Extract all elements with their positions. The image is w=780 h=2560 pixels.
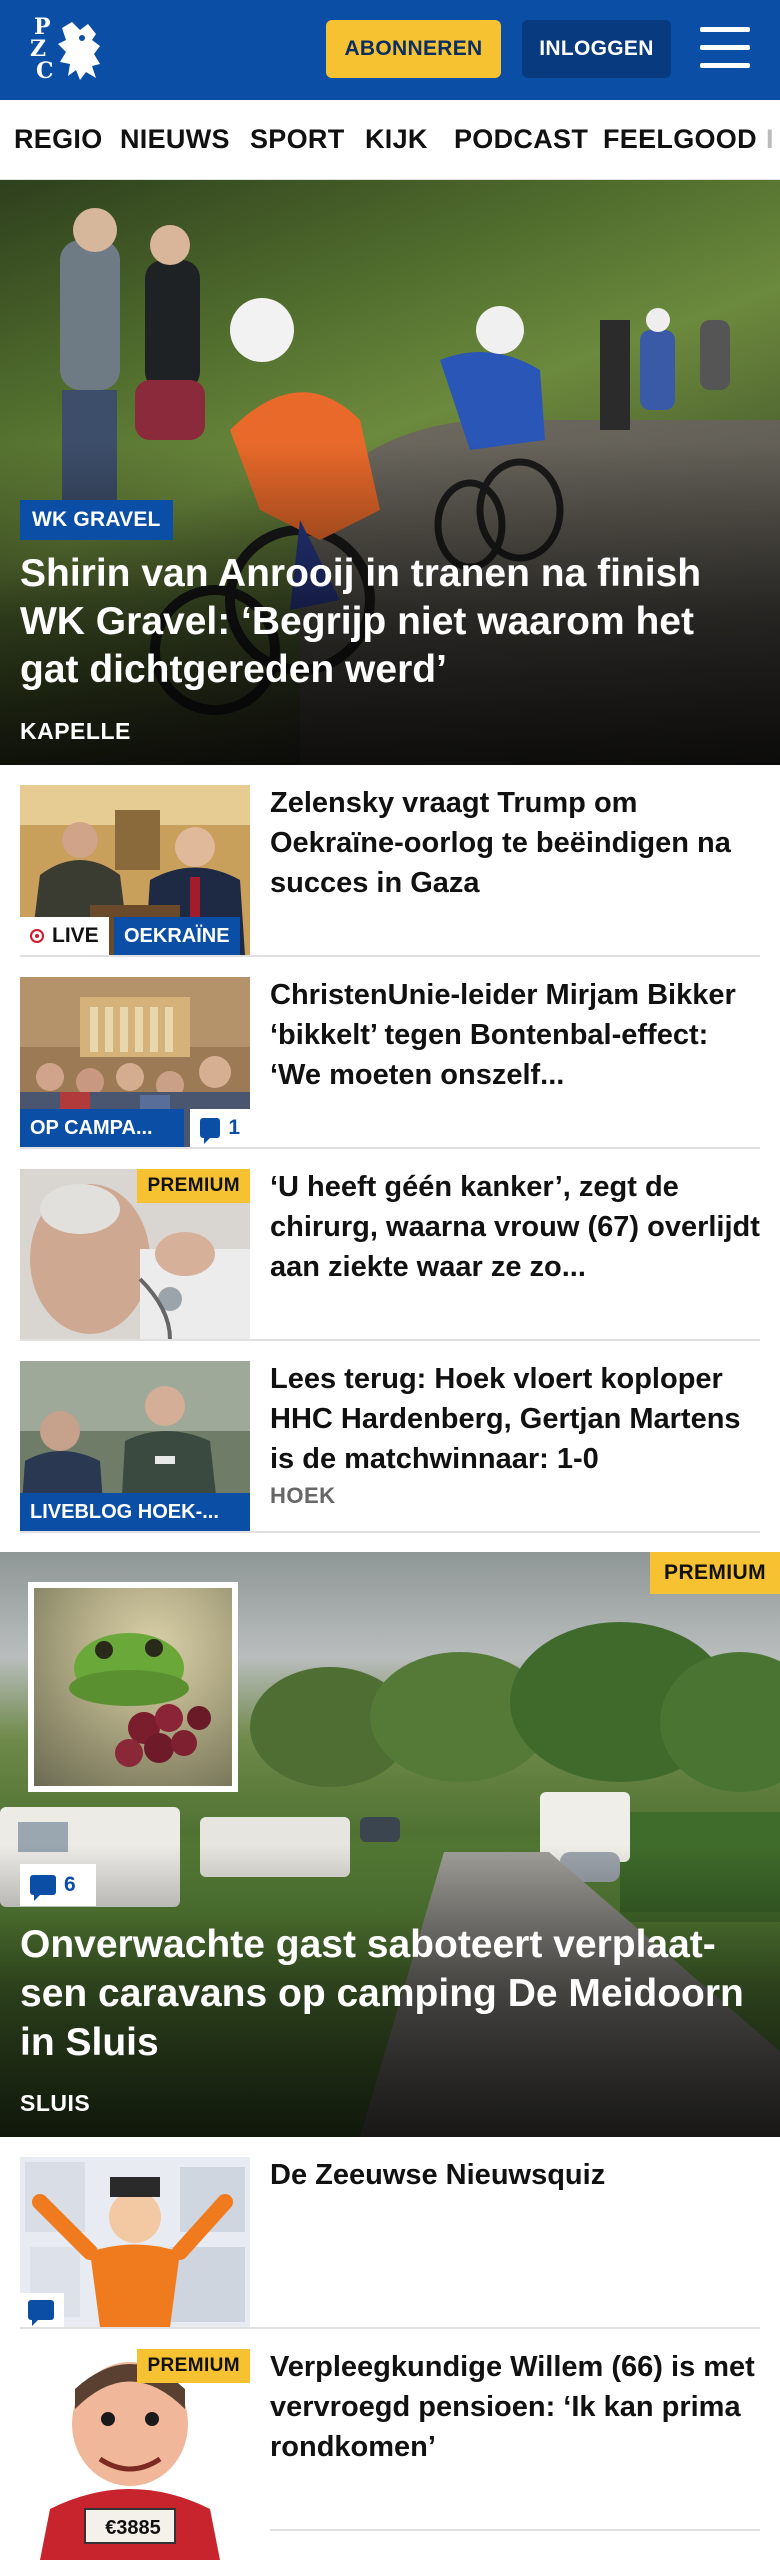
list-item[interactable]: €3885 PREMIUM Verpleegkundige Willem (66… [20,2329,760,2560]
article-headline[interactable]: Verpleegkundige Willem (66) is met vervr… [270,2347,760,2467]
hero-category-tag[interactable]: WK GRAVEL [20,500,173,540]
list-item[interactable]: LIVEBLOG HOEK-... Lees terug: Hoek vloer… [20,1341,760,1533]
comment-count-value: 1 [228,1116,240,1139]
menu-bar [700,45,750,50]
menu-bar [700,27,750,32]
comment-count[interactable]: 6 [20,1864,96,1906]
category-tag[interactable]: OEKRAÏNE [114,917,240,955]
divider [270,2529,760,2531]
article-headline[interactable]: Lees terug: Hoek vloert koploper HHC Har… [270,1359,760,1479]
menu-bar [700,63,750,68]
live-dot-icon [30,929,44,943]
article-location: HOEK [270,1483,336,1508]
list-item[interactable]: LIVE OEKRAÏNE Zelensky vraagt Trump om O… [20,765,760,957]
feature-location: SLUIS [20,2090,91,2116]
article-headline[interactable]: ChristenUnie-leider Mirjam Bikker ‘bikke… [270,975,760,1095]
comment-icon [28,2300,54,2326]
premium-badge: PREMIUM [137,2349,250,2383]
price-sign-text: €3885 [105,2517,161,2539]
premium-badge: PREMIUM [650,1552,780,1594]
comment-icon [30,1875,56,1901]
article-headline[interactable]: ‘U heeft géén kanker’, zegt de chirurg, … [270,1167,760,1287]
comment-count-value: 6 [64,1873,76,1896]
list-item[interactable]: OP CAMPA... 1 ChristenUnie-leider Mirjam… [20,957,760,1149]
nav-item-overflow[interactable]: I [766,124,774,155]
live-label: LIVE [52,924,99,947]
live-badge: LIVE [20,917,109,955]
hero-article[interactable]: WK GRAVEL Shirin van Anrooij in tranen n… [0,180,780,765]
nav-item-feelgood[interactable]: FEELGOOD [603,124,757,155]
article-thumbnail[interactable]: PREMIUM [20,1169,250,1339]
login-button[interactable]: INLOGGEN [522,20,671,78]
nav-item-podcast[interactable]: PODCAST [454,124,588,155]
site-header: P Z C ABONNEREN INLOGGEN [0,0,780,100]
frog-image [69,1633,211,1767]
lion-crest-icon [58,22,100,80]
nav-item-regio[interactable]: REGIO [14,124,103,155]
logo-letter-p: P [34,14,52,40]
comment-icon [200,1118,221,1144]
subscribe-button[interactable]: ABONNEREN [326,20,501,78]
article-thumbnail[interactable]: €3885 PREMIUM [20,2349,250,2560]
comment-count[interactable]: 1 [190,1109,250,1147]
nav-item-sport[interactable]: SPORT [250,124,345,155]
nav-item-nieuws[interactable]: NIEUWS [120,124,230,155]
article-headline[interactable]: De Zeeuwse Nieuwsquiz [270,2155,760,2195]
article-thumbnail[interactable]: LIVEBLOG HOEK-... [20,1361,250,1531]
list-item[interactable]: PREMIUM ‘U heeft géén kanker’, zegt de c… [20,1149,760,1341]
article-headline[interactable]: Zelensky vraagt Trump om Oekraïne-oorlog… [270,783,760,903]
list-item[interactable]: De Zeeuwse Nieuwsquiz [20,2137,760,2329]
category-tag[interactable]: OP CAMPA... [20,1109,184,1147]
section-nav: REGIO NIEUWS SPORT KIJK PODCAST FEELGOOD… [0,100,780,180]
comment-count[interactable] [20,2293,64,2327]
article-thumbnail[interactable] [20,2157,250,2327]
logo-letter-z: Z [30,36,48,62]
pzc-logo[interactable]: P Z C [28,14,108,86]
inset-image [34,1588,232,1786]
hamburger-icon[interactable] [700,25,752,71]
feature-inset-photo [28,1582,238,1792]
feature-article[interactable]: PREMIUM 6 Onverwachte gast saboteert ver… [0,1552,780,2137]
premium-badge: PREMIUM [137,1169,250,1203]
hero-location: KAPELLE [20,718,131,744]
article-thumbnail[interactable]: OP CAMPA... 1 [20,977,250,1147]
feature-headline[interactable]: Onverwachte gast saboteert verplaat-sen … [20,1920,765,2067]
nav-item-kijk[interactable]: KIJK [365,124,428,155]
hero-headline[interactable]: Shirin van Anrooij in tranen na finish W… [20,550,760,694]
liveblog-tag[interactable]: LIVEBLOG HOEK-... [20,1493,250,1531]
article-thumbnail[interactable]: LIVE OEKRAÏNE [20,785,250,955]
